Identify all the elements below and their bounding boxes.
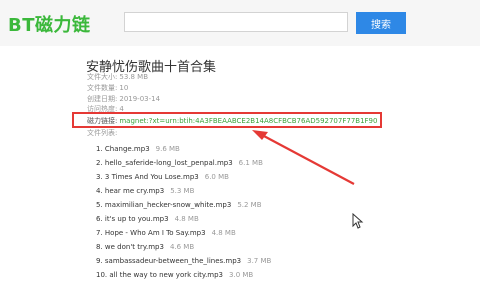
file-name: 5. maximilian_hecker-snow_white.mp3 <box>96 201 232 209</box>
file-name: 2. hello_saferide-long_lost_penpal.mp3 <box>96 159 233 167</box>
file-row: 9. sambassadeur-between_the_lines.mp3 3.7… <box>96 257 271 265</box>
annotation-arrow-icon <box>252 130 355 185</box>
file-size: 6.1 MB <box>238 159 263 167</box>
file-size: 4.8 MB <box>211 229 236 237</box>
file-name: 6. it's up to you.mp3 <box>96 215 169 223</box>
file-row: 2. hello_saferide-long_lost_penpal.mp3 6.… <box>96 159 263 167</box>
file-size: 5.2 MB <box>237 201 262 209</box>
file-size: 4.6 MB <box>169 243 195 251</box>
file-size: 4.8 MB <box>174 215 199 223</box>
file-row: 3. 3 Times And You Lose.mp3 6.0 MB <box>96 173 229 181</box>
file-row: 6. it's up to you.mp3 4.8 MB <box>96 215 199 223</box>
file-name: 3. 3 Times And You Lose.mp3 <box>96 173 199 181</box>
file-size: 3.0 MB <box>229 271 254 279</box>
mouse-cursor-icon <box>352 213 364 229</box>
file-row: 4. hear me cry.mp3 5.3 MB <box>96 187 194 195</box>
file-name: 10. all the way to new york city.mp3 <box>96 271 224 279</box>
file-name: 8. we don't try.mp3 <box>96 243 164 251</box>
file-size: 3.7 MB <box>247 257 272 265</box>
file-name: 9. sambassadeur-between_the_lines.mp3 <box>96 257 242 265</box>
file-name: 1. Change.mp3 <box>96 145 150 153</box>
file-size: 6.0 MB <box>204 173 229 181</box>
file-size: 5.3 MB <box>170 187 195 195</box>
file-list-label: 文件列表: <box>87 129 118 137</box>
file-name: 7. Hope - Who Am I To Say.mp3 <box>96 229 206 237</box>
file-row: 1. Change.mp3 9.6 MB <box>96 145 180 153</box>
file-row: 10. all the way to new york city.mp3 3.0 … <box>96 271 253 279</box>
file-row: 7. Hope - Who Am I To Say.mp3 4.8 MB <box>96 229 236 237</box>
file-name: 4. hear me cry.mp3 <box>96 187 165 195</box>
file-row: 8. we don't try.mp3 4.6 MB <box>96 243 194 251</box>
file-size: 9.6 MB <box>155 145 180 153</box>
file-row: 5. maximilian_hecker-snow_white.mp3 5.2 M… <box>96 201 262 209</box>
